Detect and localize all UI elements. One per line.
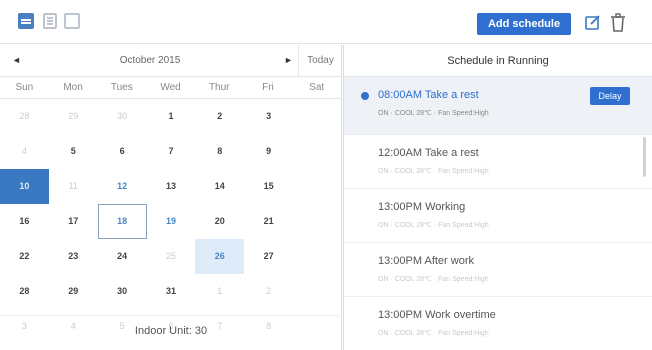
calendar: ◄ October 2015 ► Today Sun Mon Tues Wed … xyxy=(0,45,342,350)
weekday-label: Fri xyxy=(262,82,274,93)
schedule-detail-label: ON · COOL 28℃ · Fan Speed:High xyxy=(378,330,489,337)
calendar-header: ◄ October 2015 ► Today xyxy=(0,45,341,77)
calendar-day[interactable]: 4 xyxy=(0,134,49,169)
weekday-label: Wed xyxy=(160,82,181,93)
schedule-title: Schedule in Running xyxy=(344,45,652,77)
calendar-day[interactable]: 30 xyxy=(98,274,147,309)
schedule-time-label: 12:00AM Take a rest xyxy=(378,147,479,159)
schedule-detail-label: ON · COOL 28℃ · Fan Speed:High xyxy=(378,222,489,229)
calendar-view-icon[interactable] xyxy=(18,13,34,29)
scrollbar[interactable] xyxy=(643,137,646,177)
running-indicator-icon xyxy=(361,92,369,100)
schedule-detail-label: ON · COOL 28℃ · Fan Speed:High xyxy=(378,168,489,175)
schedule-detail-label: ON · COOL 28℃ · Fan Speed:High xyxy=(378,110,489,117)
calendar-day[interactable]: 16 xyxy=(0,204,49,239)
schedule-panel: Schedule in Running Delay 08:00AM Take a … xyxy=(343,45,652,350)
weekday-label: Thur xyxy=(208,82,230,93)
calendar-day[interactable]: 14 xyxy=(195,169,244,204)
calendar-day[interactable]: 1 xyxy=(195,274,244,309)
weekday-label: Mon xyxy=(63,82,83,93)
calendar-day[interactable]: 1 xyxy=(147,99,196,134)
grid-view-icon[interactable] xyxy=(64,13,80,29)
schedule-item[interactable]: 12:00AM Take a rest ON · COOL 28℃ · Fan S… xyxy=(344,135,652,189)
schedule-time-label: 13:00PM After work xyxy=(378,255,474,267)
calendar-day[interactable]: 18 xyxy=(97,204,147,239)
calendar-day[interactable]: 28 xyxy=(0,99,49,134)
next-month-icon[interactable]: ► xyxy=(284,55,293,65)
calendar-day[interactable]: 29 xyxy=(49,99,98,134)
calendar-day[interactable]: 25 xyxy=(147,239,196,274)
calendar-day[interactable]: 27 xyxy=(244,239,293,274)
schedule-item[interactable]: 13:00PM Work overtime ON · COOL 28℃ · Fan… xyxy=(344,297,652,350)
weekday-label: Sun xyxy=(15,82,34,93)
toolbar: Add schedule xyxy=(0,0,652,44)
calendar-day[interactable]: 30 xyxy=(98,99,147,134)
calendar-day[interactable]: 23 xyxy=(49,239,98,274)
calendar-day[interactable]: 9 xyxy=(244,134,293,169)
list-view-icon[interactable] xyxy=(42,13,58,29)
schedule-time-label: 13:00PM Working xyxy=(378,201,466,213)
month-title: October 2015 xyxy=(119,55,181,66)
calendar-day[interactable]: 5 xyxy=(49,134,98,169)
calendar-day[interactable]: 11 xyxy=(49,169,98,204)
calendar-day[interactable]: 28 xyxy=(0,274,49,309)
calendar-day[interactable]: 3 xyxy=(244,99,293,134)
trash-icon[interactable] xyxy=(609,13,627,33)
weekday-label: Sat xyxy=(309,82,325,93)
today-button[interactable]: Today xyxy=(298,45,342,77)
calendar-day[interactable]: 12 xyxy=(98,169,147,204)
schedule-time-label: 13:00PM Work overtime xyxy=(378,309,496,321)
schedule-item[interactable]: Delay 08:00AM Take a rest ON · COOL 28℃ · … xyxy=(344,77,652,135)
weekday-header: Sun Mon Tues Wed Thur Fri Sat xyxy=(0,77,341,99)
calendar-day[interactable]: 20 xyxy=(195,204,244,239)
calendar-day[interactable]: 13 xyxy=(147,169,196,204)
calendar-day[interactable]: 2 xyxy=(195,99,244,134)
calendar-day[interactable]: 31 xyxy=(147,274,196,309)
edit-icon[interactable] xyxy=(584,14,602,32)
schedule-list: Delay 08:00AM Take a rest ON · COOL 28℃ · … xyxy=(344,77,652,350)
schedule-detail-label: ON · COOL 28℃ · Fan Speed:High xyxy=(378,276,489,283)
day-grid: 28 29 30 1 2 3 4 5 6 7 8 9 10 11 12 13 14 15 16 17 18 19 20 21 2… xyxy=(0,99,341,344)
calendar-day[interactable]: 2 xyxy=(244,274,293,309)
calendar-day[interactable]: 21 xyxy=(244,204,293,239)
calendar-day[interactable]: 8 xyxy=(195,134,244,169)
weekday-label: Tues xyxy=(110,82,133,93)
calendar-day[interactable]: 19 xyxy=(147,204,196,239)
schedule-item[interactable]: 13:00PM Working ON · COOL 28℃ · Fan Speed… xyxy=(344,189,652,243)
calendar-day[interactable]: 10 xyxy=(0,169,49,204)
calendar-day[interactable]: 7 xyxy=(147,134,196,169)
add-schedule-button[interactable]: Add schedule xyxy=(477,13,571,35)
calendar-day[interactable]: 15 xyxy=(244,169,293,204)
calendar-day[interactable]: 6 xyxy=(98,134,147,169)
calendar-day[interactable]: 26 xyxy=(195,239,245,274)
calendar-day[interactable]: 24 xyxy=(98,239,147,274)
delay-button[interactable]: Delay xyxy=(590,87,630,105)
calendar-day[interactable]: 22 xyxy=(0,239,49,274)
calendar-day[interactable]: 17 xyxy=(49,204,98,239)
calendar-day[interactable]: 29 xyxy=(49,274,98,309)
schedule-item[interactable]: 13:00PM After work ON · COOL 28℃ · Fan Sp… xyxy=(344,243,652,297)
indoor-unit-label: Indoor Unit: 30 xyxy=(0,315,342,345)
